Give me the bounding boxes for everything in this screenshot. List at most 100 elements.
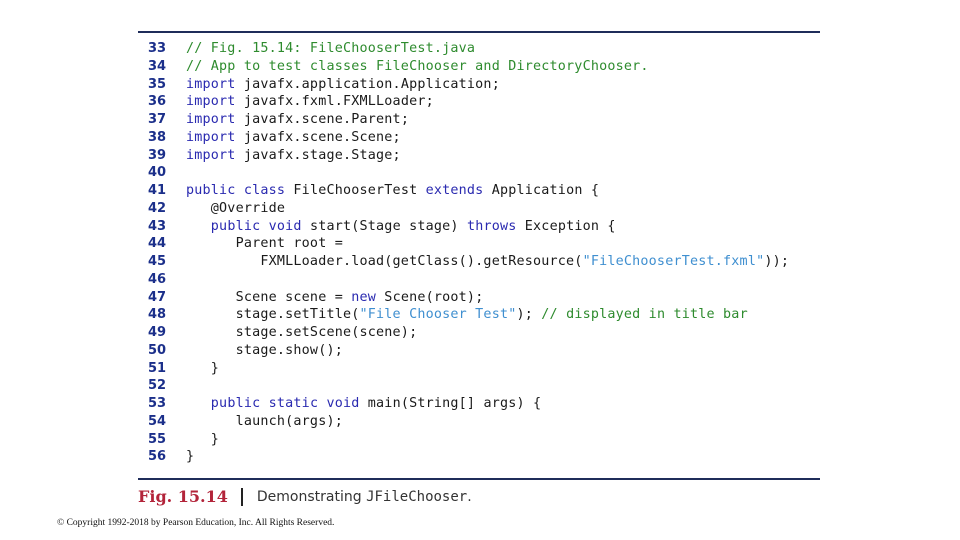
line-number: 53: [148, 396, 167, 411]
code-comment: // displayed in title bar: [541, 307, 748, 323]
line-number: 35: [148, 76, 167, 92]
line-number: 41: [148, 183, 167, 198]
code-text: // App to test classes FileChooser and D…: [186, 58, 649, 76]
code-text: Parent root =: [186, 235, 343, 253]
code-line: 54 launch(args);: [138, 413, 820, 431]
code-text: }: [186, 431, 219, 449]
code-keyword: import: [186, 129, 236, 145]
line-number: 45: [148, 254, 167, 269]
code-line: 33 // Fig. 15.14: FileChooserTest.java: [138, 40, 820, 58]
line-number: 40: [148, 165, 167, 181]
code-token: ));: [764, 254, 790, 269]
line-number: 34: [148, 58, 167, 74]
code-line: 43 public void start(Stage stage) throws…: [138, 218, 820, 236]
code-line: 56}: [138, 448, 820, 466]
code-line: 45 FXMLLoader.load(getClass().getResourc…: [138, 253, 820, 271]
bottom-rule: [138, 478, 820, 480]
code-keyword: import: [186, 147, 236, 163]
code-line: 38 import javafx.scene.Scene;: [138, 129, 820, 147]
code-text: }: [186, 360, 219, 378]
code-keyword: import: [186, 112, 236, 127]
code-token: }: [186, 431, 220, 447]
figure-caption: Fig. 15.14 Demonstrating JFileChooser .: [138, 487, 472, 506]
code-token: javafx.stage.Stage;: [235, 147, 401, 163]
caption-period: .: [467, 488, 472, 505]
code-token: FXMLLoader.load(getClass().getResource(: [186, 254, 583, 269]
code-token: Exception {: [516, 218, 616, 234]
code-keyword: import: [186, 76, 236, 92]
code-keyword: extends: [425, 183, 484, 198]
code-line: 41 public class FileChooserTest extends A…: [138, 182, 820, 200]
code-token: Parent root =: [186, 236, 343, 252]
code-string: "File Chooser Test": [359, 307, 517, 323]
line-number: 43: [148, 218, 167, 234]
code-token: Scene scene =: [186, 289, 352, 305]
code-token: Scene(root);: [376, 289, 484, 305]
code-token: }: [186, 360, 220, 376]
code-text: stage.setTitle("File Chooser Test"); // …: [186, 306, 748, 324]
code-keyword: public static void: [210, 396, 360, 411]
code-listing: 33 // Fig. 15.14: FileChooserTest.java 34 /…: [138, 40, 820, 466]
code-line: 49 stage.setScene(scene);: [138, 324, 820, 342]
code-text: import javafx.stage.Stage;: [186, 147, 401, 165]
code-line: 51 }: [138, 360, 820, 378]
caption-text: Demonstrating: [256, 488, 367, 505]
caption-code-term: JFileChooser: [366, 488, 468, 505]
code-token: );: [516, 307, 542, 323]
line-number: 38: [148, 129, 167, 145]
code-keyword: public class: [186, 183, 286, 198]
code-token: stage.show();: [186, 342, 343, 358]
line-number: 50: [148, 342, 167, 358]
code-line: 52: [138, 377, 820, 395]
code-token: }: [186, 449, 195, 465]
code-text: }: [186, 448, 194, 466]
line-number: 48: [148, 307, 167, 323]
code-token: stage.setScene(scene);: [186, 325, 418, 340]
code-token: @Override: [186, 200, 286, 216]
line-number: 44: [148, 236, 167, 252]
code-line: 55 }: [138, 431, 820, 449]
line-number: 46: [148, 271, 167, 287]
code-line: 39 import javafx.stage.Stage;: [138, 147, 820, 165]
line-number: 47: [148, 289, 167, 305]
code-line: 35 import javafx.application.Application;: [138, 76, 820, 94]
copyright-notice: © Copyright 1992-2018 by Pearson Educati…: [57, 518, 335, 528]
code-line: 37 import javafx.scene.Parent;: [138, 111, 820, 129]
code-keyword: throws: [466, 218, 517, 234]
code-text: import javafx.application.Application;: [186, 76, 500, 94]
line-number: 51: [148, 360, 167, 376]
code-token: FileChooserTest: [285, 183, 426, 198]
code-text: public static void main(String[] args) {: [186, 395, 541, 413]
code-text: import javafx.fxml.FXMLLoader;: [186, 93, 434, 111]
line-number: 36: [148, 94, 167, 110]
code-text: // Fig. 15.14: FileChooserTest.java: [186, 40, 475, 58]
code-keyword: import: [186, 94, 236, 110]
code-text: import javafx.scene.Scene;: [186, 129, 401, 147]
code-token: Application {: [483, 183, 600, 198]
line-number: 55: [148, 431, 167, 447]
line-number: 37: [148, 112, 167, 127]
code-line: 36 import javafx.fxml.FXMLLoader;: [138, 93, 820, 111]
code-token: main(String[] args) {: [359, 396, 542, 411]
code-comment: // App to test classes FileChooser and D…: [186, 58, 649, 74]
line-number: 42: [148, 200, 167, 216]
line-number: 49: [148, 325, 167, 340]
code-text: @Override: [186, 200, 285, 218]
code-line: 34 // App to test classes FileChooser and…: [138, 58, 820, 76]
code-line: 46: [138, 271, 820, 289]
code-line: 42 @Override: [138, 200, 820, 218]
code-token: javafx.fxml.FXMLLoader;: [235, 94, 434, 110]
code-text: stage.show();: [186, 342, 343, 360]
code-token: javafx.application.Application;: [235, 76, 500, 92]
code-text: FXMLLoader.load(getClass().getResource("…: [186, 253, 789, 271]
code-text: stage.setScene(scene);: [186, 324, 418, 342]
top-rule: [138, 31, 820, 33]
code-token: start(Stage stage): [301, 218, 467, 234]
line-number: 54: [148, 413, 167, 429]
figure-label: Fig. 15.14: [138, 487, 228, 506]
code-token: javafx.scene.Parent;: [235, 112, 410, 127]
code-text: public void start(Stage stage) throws Ex…: [186, 218, 616, 236]
code-line: 40: [138, 164, 820, 182]
code-line: 50 stage.show();: [138, 342, 820, 360]
